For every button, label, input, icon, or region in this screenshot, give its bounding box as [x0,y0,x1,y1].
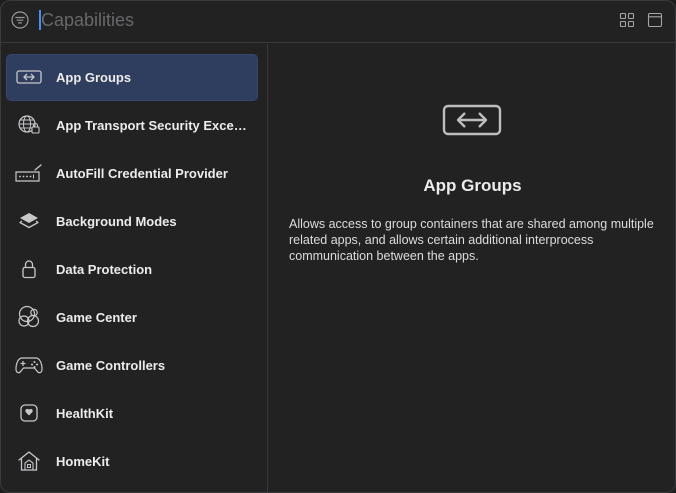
app-groups-icon [441,102,503,138]
globe-lock-icon [15,113,43,137]
lock-icon [15,257,43,281]
capability-detail: App Groups Allows access to group contai… [269,44,676,493]
capability-title: App Groups [423,176,522,195]
capability-description: Allows access to group containers that a… [289,217,654,263]
capability-label: Background Modes [56,214,177,229]
gamecontroller-icon [15,353,43,377]
layers-icon [15,209,43,233]
grid-view-icon[interactable] [619,12,635,28]
search-bar [0,0,676,43]
capability-item-background-modes[interactable]: Background Modes [6,198,258,245]
capabilities-window: App Groups App Transport Security Except… [0,0,676,493]
password-field-icon [15,161,43,185]
heart-icon [15,401,43,425]
search-input[interactable] [41,6,561,34]
game-center-icon [15,305,43,329]
capability-item-game-controllers[interactable]: Game Controllers [6,342,258,389]
capability-item-autofill-credential-provider[interactable]: AutoFill Credential Provider [6,150,258,197]
capability-item-app-groups[interactable]: App Groups [6,54,258,101]
capability-label: Game Center [56,310,137,325]
capability-item-game-center[interactable]: Game Center [6,294,258,341]
app-groups-icon [15,65,43,89]
capability-item-app-transport-security[interactable]: App Transport Security Exception [6,102,258,149]
capability-label: Data Protection [56,262,153,277]
capability-label: AutoFill Credential Provider [56,166,228,181]
capability-label: HomeKit [56,454,110,469]
capabilities-list: App Groups App Transport Security Except… [0,44,268,493]
capability-item-homekit[interactable]: HomeKit [6,438,258,485]
capability-label: HealthKit [56,406,114,421]
panel-view-icon[interactable] [647,12,663,28]
capability-label: App Groups [56,70,132,85]
home-icon [15,449,43,473]
capability-label: Game Controllers [56,358,166,373]
capability-item-data-protection[interactable]: Data Protection [6,246,258,293]
capability-item-healthkit[interactable]: HealthKit [6,390,258,437]
capability-label: App Transport Security Exception [56,118,252,133]
filter-icon[interactable] [11,11,29,29]
